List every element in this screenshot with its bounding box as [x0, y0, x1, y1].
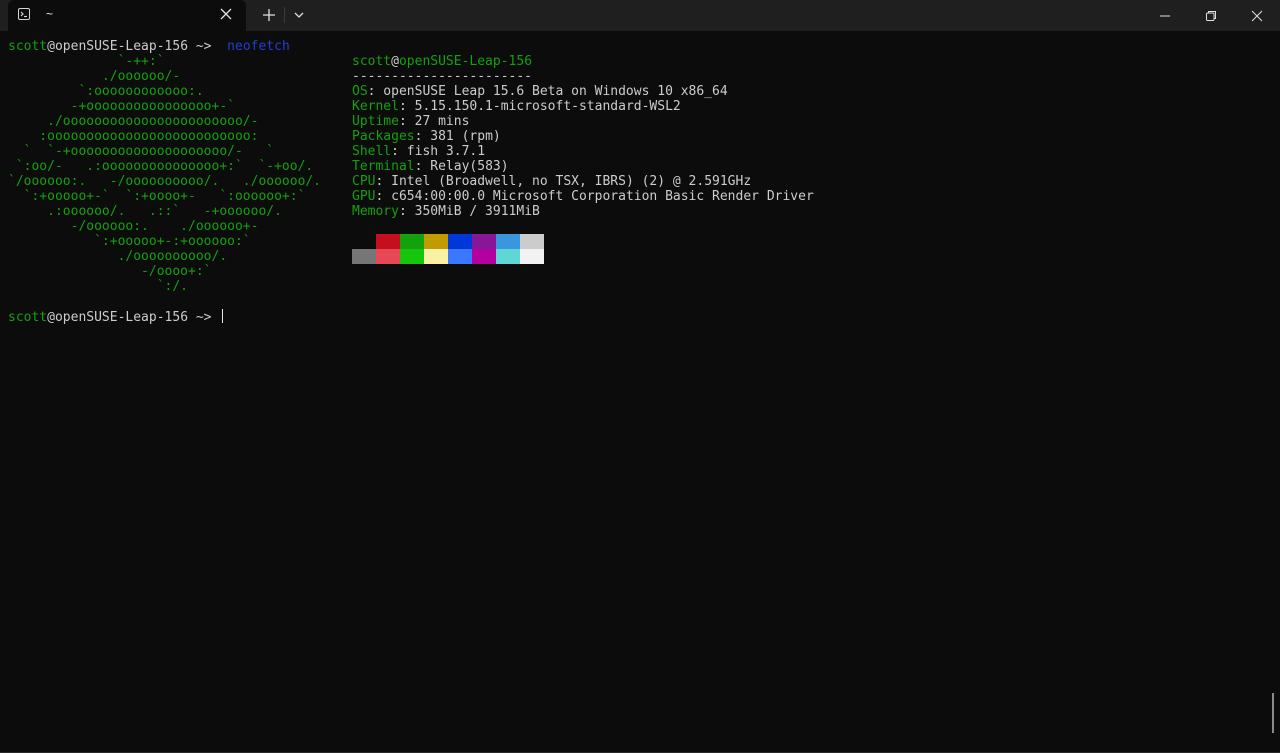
palette-swatch: [352, 249, 376, 264]
prompt-line-1: scott@openSUSE-Leap-156 ~> neofetch: [8, 39, 290, 54]
palette-swatch: [448, 249, 472, 264]
info-row-kernel: Kernel: 5.15.150.1-microsoft-standard-WS…: [352, 99, 681, 114]
logo-line: ` `-+oooooooooooooooooooo/- `: [8, 144, 275, 159]
info-separator: -----------------------: [352, 69, 533, 84]
info-key: Uptime: [352, 114, 399, 129]
color-palette-row-1: [352, 234, 544, 249]
restore-button[interactable]: [1188, 0, 1234, 31]
logo-line: -+oooooooooooooooo+-`: [8, 99, 235, 114]
palette-swatch: [400, 249, 424, 264]
info-key: Kernel: [352, 99, 399, 114]
info-row-uptime: Uptime: 27 mins: [352, 114, 469, 129]
info-row-memory: Memory: 350MiB / 3911MiB: [352, 204, 540, 219]
prompt-path: ~>: [188, 39, 220, 54]
prompt-host: @openSUSE-Leap-156: [47, 39, 189, 54]
chevron-down-icon[interactable]: [290, 6, 308, 24]
info-key: Terminal: [352, 159, 415, 174]
close-tab-icon[interactable]: [218, 6, 234, 22]
logo-line: `:+ooooo+-` `:+oooo+- `:oooooo+:`: [8, 189, 306, 204]
command-text: neofetch: [227, 39, 290, 54]
palette-swatch: [424, 234, 448, 249]
palette-swatch: [520, 249, 544, 264]
logo-line: .:oooooo/. .::` -+oooooo/.: [8, 204, 282, 219]
info-value: : 5.15.150.1-microsoft-standard-WSL2: [398, 99, 681, 114]
logo-line: `:/.: [8, 279, 189, 294]
palette-swatch: [376, 249, 400, 264]
palette-swatch: [376, 234, 400, 249]
close-icon: [1251, 10, 1263, 21]
logo-line: `/oooooo:. -/oooooooooo/. ./oooooo/.: [8, 174, 322, 189]
logo-line: -/oooooo:. ./oooooo+-: [8, 219, 259, 234]
logo-line: `-++:`: [8, 54, 165, 69]
info-value: : Intel (Broadwell, no TSX, IBRS) (2) @ …: [375, 174, 752, 189]
info-user: scott: [352, 54, 392, 69]
info-row-os: OS: openSUSE Leap 15.6 Beta on Windows 1…: [352, 84, 728, 99]
terminal-icon: [18, 8, 30, 20]
tab-home[interactable]: ~: [8, 0, 246, 31]
palette-swatch: [520, 234, 544, 249]
info-key: GPU: [352, 189, 376, 204]
prompt-user: scott: [8, 39, 48, 54]
minimize-icon: [1160, 15, 1170, 16]
logo-line: :oooooooooooooooooooooooooo:: [8, 129, 259, 144]
palette-swatch: [352, 234, 376, 249]
info-key: OS: [352, 84, 368, 99]
close-window-button[interactable]: [1234, 0, 1280, 31]
logo-line: ./oooooooooo/.: [8, 249, 228, 264]
minimize-button[interactable]: [1142, 0, 1188, 31]
info-value: : Relay(583): [414, 159, 509, 174]
restore-icon: [1206, 10, 1216, 21]
title-bar: ~: [0, 0, 1280, 31]
info-value: : 350MiB / 3911MiB: [398, 204, 540, 219]
info-header: scott@openSUSE-Leap-156: [352, 54, 532, 69]
palette-swatch: [448, 234, 472, 249]
palette-swatch: [400, 234, 424, 249]
logo-line: `:oo/- .:ooooooooooooooo+:` `-+oo/.: [8, 159, 314, 174]
info-row-terminal: Terminal: Relay(583): [352, 159, 509, 174]
text-cursor[interactable]: [222, 309, 224, 323]
palette-swatch: [496, 234, 520, 249]
info-row-cpu: CPU: Intel (Broadwell, no TSX, IBRS) (2)…: [352, 174, 751, 189]
info-value: : c654:00:00.0 Microsoft Corporation Bas…: [375, 189, 814, 204]
prompt-host: @openSUSE-Leap-156: [47, 310, 189, 325]
scrollbar-thumb[interactable]: [1272, 693, 1274, 733]
info-key: Memory: [352, 204, 399, 219]
prompt-line-2: scott@openSUSE-Leap-156 ~>: [8, 309, 224, 325]
logo-line: `:oooooooooooo:.: [8, 84, 204, 99]
tab-separator: [284, 7, 285, 23]
info-key: Shell: [352, 144, 392, 159]
info-row-shell: Shell: fish 3.7.1: [352, 144, 485, 159]
logo-line: ./oooooo/-: [8, 69, 181, 84]
info-value: : fish 3.7.1: [391, 144, 486, 159]
logo-line: -/oooo+:`: [8, 264, 212, 279]
palette-swatch: [472, 234, 496, 249]
info-value: : 381 (rpm): [414, 129, 501, 144]
tab-title: ~: [46, 7, 54, 21]
terminal-output[interactable]: scott@openSUSE-Leap-156 ~> neofetch `-++…: [0, 31, 1280, 752]
info-row-packages: Packages: 381 (rpm): [352, 129, 501, 144]
info-value: : 27 mins: [398, 114, 470, 129]
info-at: @: [391, 54, 399, 69]
logo-line: ./ooooooooooooooooooooooo/-: [8, 114, 259, 129]
palette-swatch: [424, 249, 448, 264]
new-tab-plus-icon[interactable]: [260, 6, 278, 24]
info-key: CPU: [352, 174, 376, 189]
logo-line: `:+ooooo+-:+oooooo:`: [8, 234, 251, 249]
prompt-path: ~>: [188, 310, 220, 325]
palette-swatch: [472, 249, 496, 264]
info-value: : openSUSE Leap 15.6 Beta on Windows 10 …: [367, 84, 728, 99]
info-host: openSUSE-Leap-156: [398, 54, 533, 69]
color-palette-row-2: [352, 249, 544, 264]
info-key: Packages: [352, 129, 415, 144]
palette-swatch: [496, 249, 520, 264]
info-row-gpu: GPU: c654:00:00.0 Microsoft Corporation …: [352, 189, 814, 204]
prompt-user: scott: [8, 310, 48, 325]
